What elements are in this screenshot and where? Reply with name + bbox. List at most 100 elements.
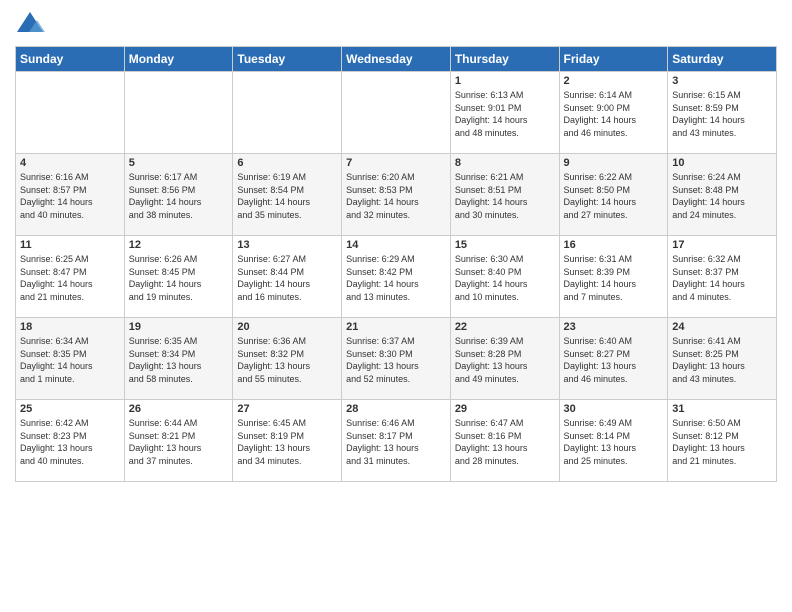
day-info: Sunrise: 6:15 AM Sunset: 8:59 PM Dayligh… — [672, 89, 772, 139]
day-info: Sunrise: 6:50 AM Sunset: 8:12 PM Dayligh… — [672, 417, 772, 467]
weekday-header-sunday: Sunday — [16, 47, 125, 72]
calendar-cell: 7 Sunrise: 6:20 AM Sunset: 8:53 PM Daylig… — [342, 154, 451, 236]
weekday-header-row: SundayMondayTuesdayWednesdayThursdayFrid… — [16, 47, 777, 72]
day-info: Sunrise: 6:47 AM Sunset: 8:16 PM Dayligh… — [455, 417, 555, 467]
day-info: Sunrise: 6:24 AM Sunset: 8:48 PM Dayligh… — [672, 171, 772, 221]
weekday-header-tuesday: Tuesday — [233, 47, 342, 72]
calendar-cell: 22 Sunrise: 6:39 AM Sunset: 8:28 PM Dayli… — [450, 318, 559, 400]
calendar-cell — [124, 72, 233, 154]
calendar-week-row: 4Sunrise: 6:16 AM Sunset: 8:57 PM Daylig… — [16, 154, 777, 236]
calendar-cell: 9Sunrise: 6:22 AM Sunset: 8:50 PM Daylig… — [559, 154, 668, 236]
day-number: 29 — [455, 403, 555, 415]
calendar-week-row: 11 Sunrise: 6:25 AM Sunset: 8:47 PM Dayli… — [16, 236, 777, 318]
day-number: 7 — [346, 157, 446, 169]
logo-icon — [15, 10, 45, 38]
calendar-cell — [16, 72, 125, 154]
calendar-cell: 27 Sunrise: 6:45 AM Sunset: 8:19 PM Dayli… — [233, 400, 342, 482]
calendar-cell: 1 Sunrise: 6:13 AM Sunset: 9:01 PM Daylig… — [450, 72, 559, 154]
day-number: 11 — [20, 239, 120, 251]
day-info: Sunrise: 6:36 AM Sunset: 8:32 PM Dayligh… — [237, 335, 337, 385]
calendar-cell: 17Sunrise: 6:32 AM Sunset: 8:37 PM Dayli… — [668, 236, 777, 318]
day-number: 10 — [672, 157, 772, 169]
calendar-cell: 31 Sunrise: 6:50 AM Sunset: 8:12 PM Dayli… — [668, 400, 777, 482]
day-info: Sunrise: 6:40 AM Sunset: 8:27 PM Dayligh… — [564, 335, 664, 385]
weekday-header-friday: Friday — [559, 47, 668, 72]
day-number: 5 — [129, 157, 229, 169]
day-info: Sunrise: 6:19 AM Sunset: 8:54 PM Dayligh… — [237, 171, 337, 221]
day-info: Sunrise: 6:21 AM Sunset: 8:51 PM Dayligh… — [455, 171, 555, 221]
day-number: 23 — [564, 321, 664, 333]
day-number: 17 — [672, 239, 772, 251]
calendar-cell — [233, 72, 342, 154]
day-number: 31 — [672, 403, 772, 415]
day-info: Sunrise: 6:46 AM Sunset: 8:17 PM Dayligh… — [346, 417, 446, 467]
calendar-cell: 18 Sunrise: 6:34 AM Sunset: 8:35 PM Dayli… — [16, 318, 125, 400]
day-info: Sunrise: 6:37 AM Sunset: 8:30 PM Dayligh… — [346, 335, 446, 385]
day-number: 30 — [564, 403, 664, 415]
weekday-header-wednesday: Wednesday — [342, 47, 451, 72]
day-number: 6 — [237, 157, 337, 169]
calendar-cell: 4Sunrise: 6:16 AM Sunset: 8:57 PM Daylig… — [16, 154, 125, 236]
day-number: 15 — [455, 239, 555, 251]
day-number: 26 — [129, 403, 229, 415]
weekday-header-saturday: Saturday — [668, 47, 777, 72]
day-number: 18 — [20, 321, 120, 333]
calendar-cell: 2 Sunrise: 6:14 AM Sunset: 9:00 PM Daylig… — [559, 72, 668, 154]
day-number: 22 — [455, 321, 555, 333]
day-number: 3 — [672, 75, 772, 87]
logo — [15, 10, 49, 38]
weekday-header-monday: Monday — [124, 47, 233, 72]
day-number: 21 — [346, 321, 446, 333]
day-info: Sunrise: 6:26 AM Sunset: 8:45 PM Dayligh… — [129, 253, 229, 303]
calendar-cell: 28Sunrise: 6:46 AM Sunset: 8:17 PM Dayli… — [342, 400, 451, 482]
day-number: 27 — [237, 403, 337, 415]
day-info: Sunrise: 6:31 AM Sunset: 8:39 PM Dayligh… — [564, 253, 664, 303]
day-info: Sunrise: 6:17 AM Sunset: 8:56 PM Dayligh… — [129, 171, 229, 221]
day-number: 9 — [564, 157, 664, 169]
calendar-cell: 29 Sunrise: 6:47 AM Sunset: 8:16 PM Dayli… — [450, 400, 559, 482]
page-header — [15, 10, 777, 38]
day-number: 8 — [455, 157, 555, 169]
calendar-cell: 15Sunrise: 6:30 AM Sunset: 8:40 PM Dayli… — [450, 236, 559, 318]
calendar-cell: 12 Sunrise: 6:26 AM Sunset: 8:45 PM Dayli… — [124, 236, 233, 318]
day-number: 1 — [455, 75, 555, 87]
day-number: 24 — [672, 321, 772, 333]
day-number: 14 — [346, 239, 446, 251]
weekday-header-thursday: Thursday — [450, 47, 559, 72]
calendar-cell: 16Sunrise: 6:31 AM Sunset: 8:39 PM Dayli… — [559, 236, 668, 318]
day-info: Sunrise: 6:25 AM Sunset: 8:47 PM Dayligh… — [20, 253, 120, 303]
day-info: Sunrise: 6:41 AM Sunset: 8:25 PM Dayligh… — [672, 335, 772, 385]
day-number: 20 — [237, 321, 337, 333]
calendar-cell: 19 Sunrise: 6:35 AM Sunset: 8:34 PM Dayli… — [124, 318, 233, 400]
calendar-cell: 11 Sunrise: 6:25 AM Sunset: 8:47 PM Dayli… — [16, 236, 125, 318]
calendar-cell: 30Sunrise: 6:49 AM Sunset: 8:14 PM Dayli… — [559, 400, 668, 482]
day-info: Sunrise: 6:13 AM Sunset: 9:01 PM Dayligh… — [455, 89, 555, 139]
calendar-cell: 20 Sunrise: 6:36 AM Sunset: 8:32 PM Dayli… — [233, 318, 342, 400]
calendar-cell: 21 Sunrise: 6:37 AM Sunset: 8:30 PM Dayli… — [342, 318, 451, 400]
calendar-week-row: 18 Sunrise: 6:34 AM Sunset: 8:35 PM Dayli… — [16, 318, 777, 400]
day-number: 25 — [20, 403, 120, 415]
calendar-cell: 23 Sunrise: 6:40 AM Sunset: 8:27 PM Dayli… — [559, 318, 668, 400]
page-container: SundayMondayTuesdayWednesdayThursdayFrid… — [0, 0, 792, 612]
calendar-week-row: 1 Sunrise: 6:13 AM Sunset: 9:01 PM Daylig… — [16, 72, 777, 154]
calendar-cell: 10 Sunrise: 6:24 AM Sunset: 8:48 PM Dayli… — [668, 154, 777, 236]
calendar-cell: 3 Sunrise: 6:15 AM Sunset: 8:59 PM Daylig… — [668, 72, 777, 154]
day-info: Sunrise: 6:34 AM Sunset: 8:35 PM Dayligh… — [20, 335, 120, 385]
calendar-cell: 13Sunrise: 6:27 AM Sunset: 8:44 PM Dayli… — [233, 236, 342, 318]
day-info: Sunrise: 6:45 AM Sunset: 8:19 PM Dayligh… — [237, 417, 337, 467]
calendar-cell: 25Sunrise: 6:42 AM Sunset: 8:23 PM Dayli… — [16, 400, 125, 482]
day-number: 19 — [129, 321, 229, 333]
day-info: Sunrise: 6:20 AM Sunset: 8:53 PM Dayligh… — [346, 171, 446, 221]
day-info: Sunrise: 6:14 AM Sunset: 9:00 PM Dayligh… — [564, 89, 664, 139]
calendar-cell: 8 Sunrise: 6:21 AM Sunset: 8:51 PM Daylig… — [450, 154, 559, 236]
calendar-cell: 5 Sunrise: 6:17 AM Sunset: 8:56 PM Daylig… — [124, 154, 233, 236]
day-info: Sunrise: 6:39 AM Sunset: 8:28 PM Dayligh… — [455, 335, 555, 385]
day-number: 12 — [129, 239, 229, 251]
day-info: Sunrise: 6:29 AM Sunset: 8:42 PM Dayligh… — [346, 253, 446, 303]
calendar-table: SundayMondayTuesdayWednesdayThursdayFrid… — [15, 46, 777, 482]
calendar-cell: 14 Sunrise: 6:29 AM Sunset: 8:42 PM Dayli… — [342, 236, 451, 318]
day-info: Sunrise: 6:35 AM Sunset: 8:34 PM Dayligh… — [129, 335, 229, 385]
day-number: 4 — [20, 157, 120, 169]
day-info: Sunrise: 6:27 AM Sunset: 8:44 PM Dayligh… — [237, 253, 337, 303]
day-number: 2 — [564, 75, 664, 87]
